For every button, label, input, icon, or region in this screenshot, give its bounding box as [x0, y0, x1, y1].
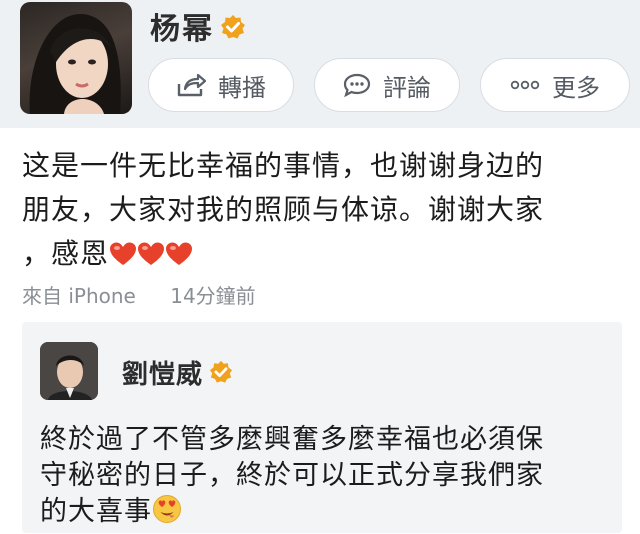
repost-label: 轉播: [218, 73, 266, 102]
more-button[interactable]: 更多: [480, 58, 630, 112]
post-source[interactable]: 來自 iPhone: [22, 284, 136, 308]
post-header: 杨幂 轉播 評論 更多: [0, 0, 640, 128]
quoted-author-avatar[interactable]: [40, 342, 98, 400]
more-label: 更多: [552, 73, 600, 102]
author-name-text: 杨幂: [150, 12, 214, 47]
quoted-post-body: 終於過了不管多麼興奮多麼幸福也必須保 守秘密的日子，終於可以正式分享我們家 的大…: [40, 422, 610, 534]
comment-label: 評論: [383, 73, 431, 102]
quoted-line-text: 的大喜事: [40, 496, 152, 527]
post-line: 朋友，大家对我的照顾与体谅。谢谢大家: [22, 193, 545, 226]
verified-icon: [209, 360, 233, 391]
heart-icon: [109, 236, 137, 280]
author-avatar[interactable]: [20, 2, 132, 114]
comment-button[interactable]: 評論: [314, 58, 460, 112]
quoted-line-last: 的大喜事: [40, 494, 610, 534]
quoted-author-name[interactable]: 劉愷威: [122, 354, 233, 391]
comment-icon: [343, 72, 371, 98]
quoted-line: 終於過了不管多麼興奮多麼幸福也必須保: [40, 424, 544, 455]
post-body: 这是一件无比幸福的事情，也谢谢身边的 朋友，大家对我的照顾与体谅。谢谢大家 ，感…: [22, 144, 622, 280]
share-icon: [176, 72, 206, 98]
heart-eyes-emoji-icon: [152, 494, 182, 534]
author-name[interactable]: 杨幂: [150, 4, 246, 48]
repost-button[interactable]: 轉播: [148, 58, 294, 112]
heart-icon: [137, 236, 165, 280]
post-timestamp: 14分鐘前: [170, 284, 256, 308]
post-line-last: ，感恩: [22, 232, 622, 280]
quoted-post[interactable]: 劉愷威 終於過了不管多麼興奮多麼幸福也必須保 守秘密的日子，終於可以正式分享我們…: [22, 322, 622, 533]
heart-icon: [165, 236, 193, 280]
post-line-text: ，感恩: [22, 237, 110, 270]
post-line: 这是一件无比幸福的事情，也谢谢身边的: [22, 149, 545, 182]
quoted-avatar-portrait: [40, 342, 98, 400]
quoted-line: 守秘密的日子，終於可以正式分享我們家: [40, 460, 544, 491]
verified-icon: [220, 13, 246, 48]
post-meta: 來自 iPhone 14分鐘前: [22, 280, 284, 309]
more-icon: [510, 80, 540, 90]
quoted-author-name-text: 劉愷威: [122, 360, 204, 390]
avatar-portrait: [29, 13, 121, 114]
